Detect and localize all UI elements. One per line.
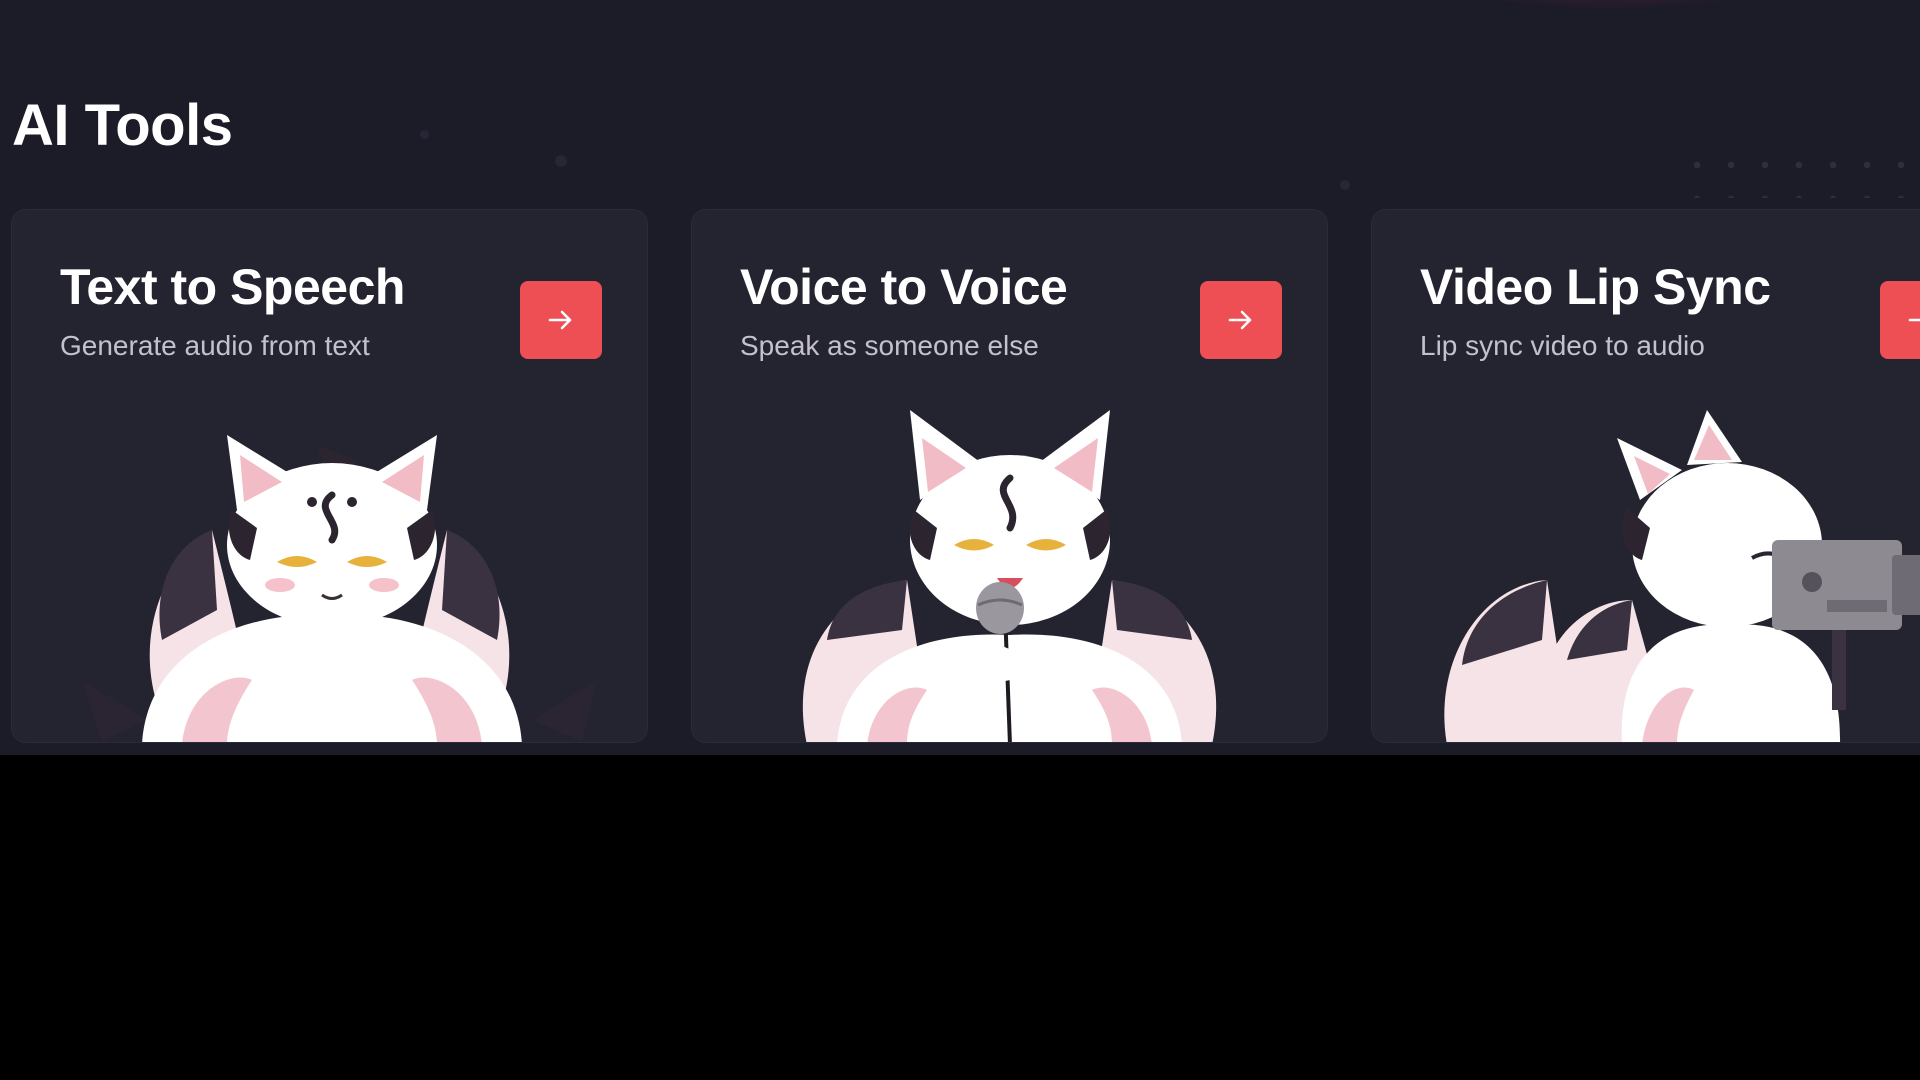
open-voice-to-voice-button[interactable] [1200, 281, 1282, 359]
arrow-right-icon [548, 310, 572, 330]
card-title: Voice to Voice [740, 259, 1068, 315]
open-text-to-speech-button[interactable] [520, 281, 602, 359]
section-title: AI Tools [12, 93, 233, 158]
card-subtitle: Speak as someone else [740, 330, 1039, 361]
tool-card-video-lip-sync[interactable]: Video Lip Sync Lip sync video to audio [1372, 210, 1920, 742]
page-background: AI Tools Text to Speech Generate audio f… [0, 0, 1920, 755]
background-speck [1340, 180, 1350, 190]
arrow-right-icon [1228, 310, 1252, 330]
background-speck [555, 155, 567, 167]
card-subtitle: Lip sync video to audio [1420, 330, 1705, 361]
arrow-right-icon [1908, 318, 1920, 322]
dot-grid-decoration [1680, 148, 1920, 198]
background-speck [420, 130, 429, 139]
tool-card-text-to-speech[interactable]: Text to Speech Generate audio from text [12, 210, 647, 742]
tool-card-voice-to-voice[interactable]: Voice to Voice Speak as someone else [692, 210, 1327, 742]
card-title: Text to Speech [60, 259, 405, 315]
card-subtitle: Generate audio from text [60, 330, 370, 361]
card-title: Video Lip Sync [1420, 259, 1771, 315]
open-video-lip-sync-button[interactable] [1880, 281, 1920, 359]
background-glow [1400, 0, 1820, 10]
